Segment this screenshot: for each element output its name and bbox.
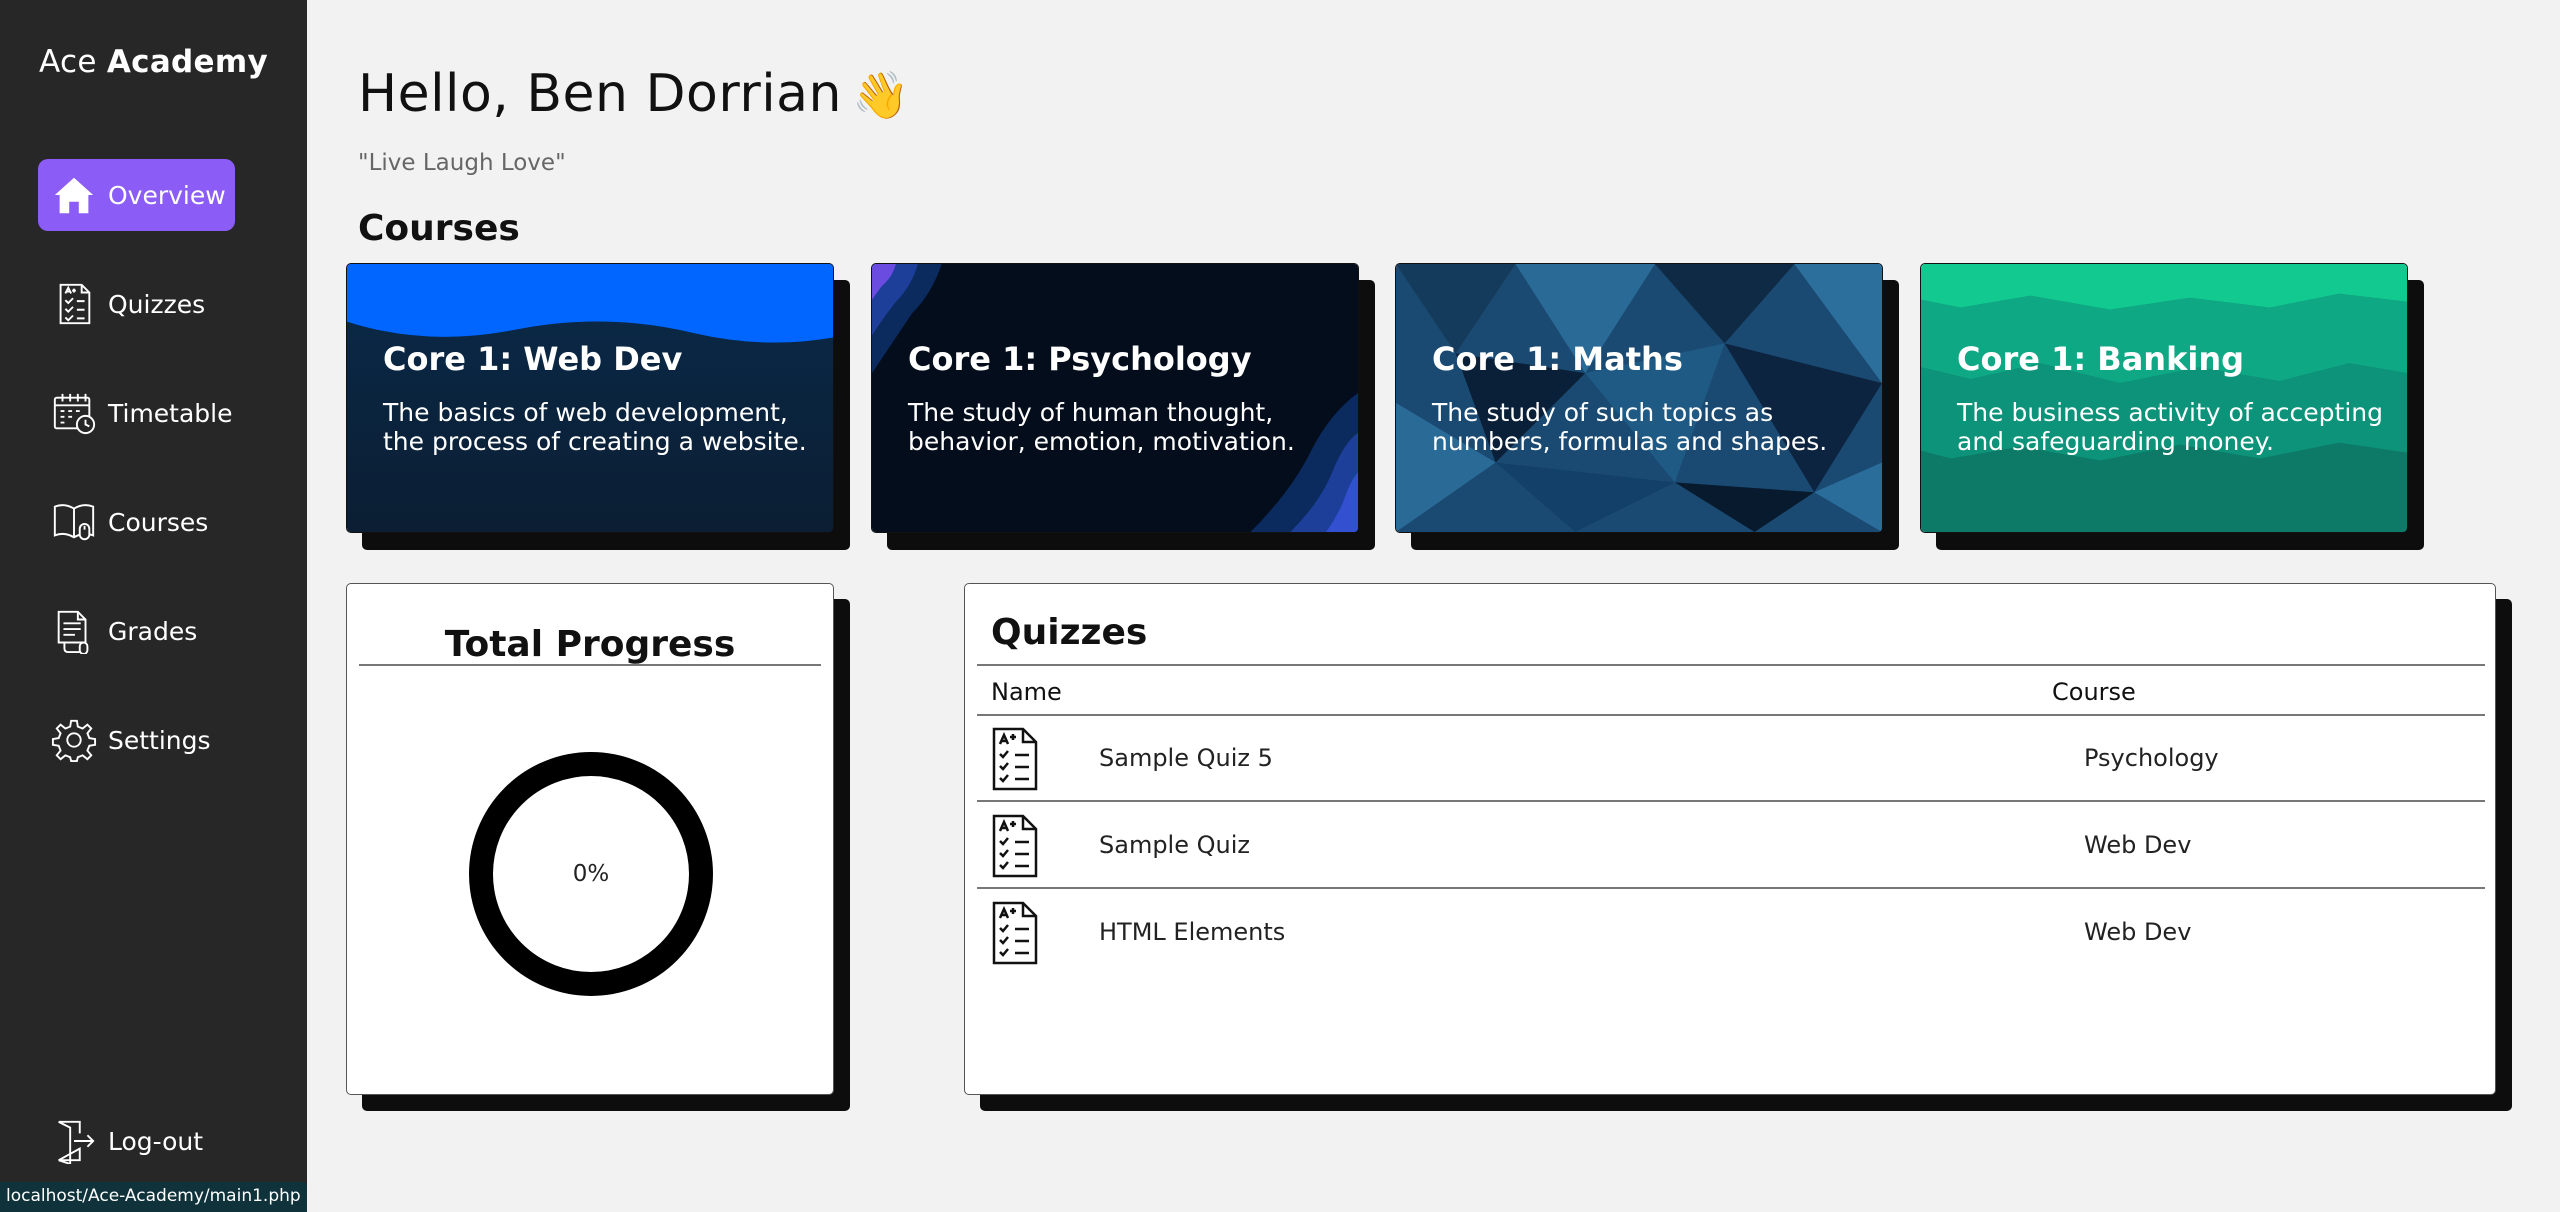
column-header-name: Name <box>991 678 1062 706</box>
gear-icon <box>48 714 100 766</box>
nav-overview[interactable]: Overview <box>38 159 235 231</box>
nav-grades[interactable]: Grades <box>38 595 235 667</box>
course-card-banking[interactable]: Core 1: Banking The business activity of… <box>1920 263 2408 533</box>
brand-light: Ace <box>39 44 107 80</box>
course-description: The basics of web development, the proce… <box>383 398 807 456</box>
wave-emoji: 👋 <box>851 68 910 122</box>
courses-heading: Courses <box>358 208 520 249</box>
quote: "Live Laugh Love" <box>358 150 566 176</box>
progress-ring: 0% <box>469 752 713 996</box>
logout-label: Log-out <box>108 1126 204 1156</box>
logout-button[interactable]: Log-out <box>38 1105 235 1177</box>
quiz-name: HTML Elements <box>1099 918 1286 946</box>
course-description: The study of such topics as numbers, for… <box>1432 398 1828 456</box>
table-row[interactable]: Sample Quiz 5 Psychology <box>977 716 2485 802</box>
nav-courses[interactable]: Courses <box>38 486 235 558</box>
book-icon <box>48 496 100 548</box>
nav-label: Settings <box>108 725 211 755</box>
quizzes-title: Quizzes <box>991 612 1148 653</box>
nav-label: Courses <box>108 507 209 537</box>
nav-label: Overview <box>108 180 226 210</box>
quizzes-panel: Quizzes Name Course Sample Quiz 5 Psycho… <box>964 583 2496 1095</box>
course-title: Core 1: Maths <box>1432 340 1683 378</box>
course-card-web-dev[interactable]: Core 1: Web Dev The basics of web develo… <box>346 263 834 533</box>
quiz-course: Web Dev <box>2084 918 2192 946</box>
quiz-course: Web Dev <box>2084 831 2192 859</box>
course-card-psychology[interactable]: Core 1: Psychology The study of human th… <box>871 263 1359 533</box>
divider <box>977 664 2485 666</box>
quiz-icon <box>992 814 1038 878</box>
total-progress-panel: Total Progress 0% <box>346 583 834 1095</box>
quiz-list-icon <box>48 278 100 330</box>
progress-title: Total Progress <box>444 624 736 665</box>
nav-label: Quizzes <box>108 289 206 319</box>
nav-label: Timetable <box>108 398 233 428</box>
course-title: Core 1: Psychology <box>908 340 1252 378</box>
brand-logo[interactable]: Ace Academy <box>0 44 307 80</box>
divider <box>359 664 821 666</box>
nav-label: Grades <box>108 616 198 646</box>
document-icon <box>48 605 100 657</box>
table-row[interactable]: HTML Elements Web Dev <box>977 890 2485 976</box>
page-title: Hello, Ben Dorrian 👋 <box>358 64 910 124</box>
quiz-icon <box>992 727 1038 791</box>
logout-icon <box>48 1115 100 1167</box>
progress-value: 0% <box>572 861 610 887</box>
nav-quizzes[interactable]: Quizzes <box>38 268 235 340</box>
column-header-course: Course <box>2052 678 2136 706</box>
course-title: Core 1: Banking <box>1957 340 2244 378</box>
course-title: Core 1: Web Dev <box>383 340 683 378</box>
course-description: The study of human thought, behavior, em… <box>908 398 1295 456</box>
sidebar: Ace Academy Overview Quizzes Timetable C… <box>0 0 307 1212</box>
quiz-icon <box>992 901 1038 965</box>
quiz-name: Sample Quiz 5 <box>1099 744 1273 772</box>
quiz-name: Sample Quiz <box>1099 831 1250 859</box>
table-row[interactable]: Sample Quiz Web Dev <box>977 803 2485 889</box>
course-description: The business activity of accepting and s… <box>1957 398 2384 456</box>
status-url: localhost/Ace-Academy/main1.php <box>0 1182 307 1212</box>
home-icon <box>48 169 100 221</box>
brand-bold: Academy <box>106 44 268 80</box>
calendar-clock-icon <box>48 387 100 439</box>
nav-timetable[interactable]: Timetable <box>38 377 235 449</box>
course-card-maths[interactable]: Core 1: Maths The study of such topics a… <box>1395 263 1883 533</box>
quiz-course: Psychology <box>2084 744 2219 772</box>
nav-settings[interactable]: Settings <box>38 704 235 776</box>
greeting-text: Hello, Ben Dorrian <box>358 64 842 124</box>
